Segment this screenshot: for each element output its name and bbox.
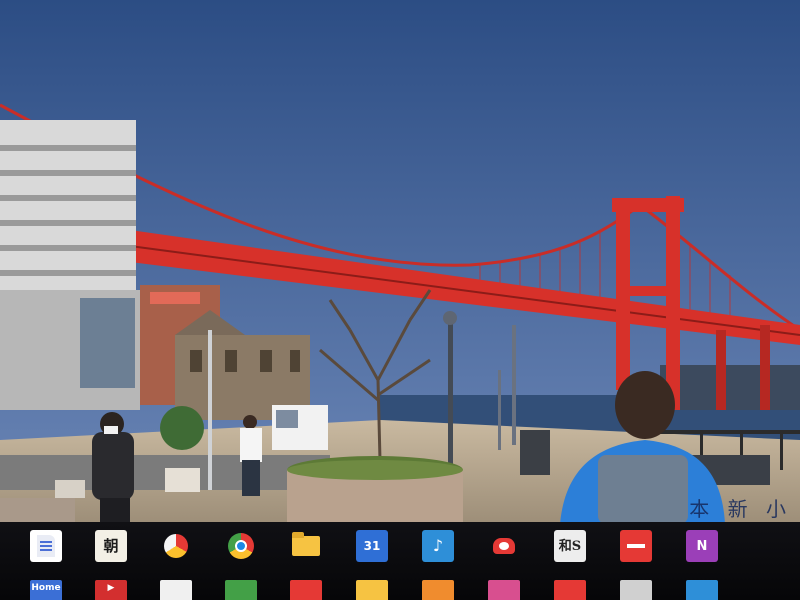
youtube-icon[interactable]: ▶ <box>95 580 127 600</box>
app-row-1: 朝 31 ♪ 和S N <box>0 530 800 570</box>
photo-camera-icon[interactable] <box>160 530 192 562</box>
app-icon-7[interactable] <box>422 580 454 600</box>
app-row-2: Home ▶ <box>0 580 800 600</box>
app-icon-11[interactable] <box>686 580 718 600</box>
app-launcher-tray: 朝 31 ♪ 和S N Home ▶ <box>0 522 800 600</box>
google-docs-icon[interactable] <box>30 530 62 562</box>
app-icon-8[interactable] <box>488 580 520 600</box>
calendar-icon[interactable]: 31 <box>356 530 388 562</box>
wallpaper-scene <box>0 0 800 524</box>
app-icon-10[interactable] <box>620 580 652 600</box>
chrome-icon[interactable] <box>225 530 257 562</box>
app-icon-5[interactable] <box>290 580 322 600</box>
app-icon-6[interactable] <box>356 580 388 600</box>
dictionary-icon[interactable]: 和S <box>554 530 586 562</box>
app-icon-9[interactable] <box>554 580 586 600</box>
ribbon-app-icon[interactable] <box>488 530 520 562</box>
cast-icon[interactable]: ♪ <box>422 530 454 562</box>
app-icon-4[interactable] <box>225 580 257 600</box>
home-app-icon[interactable]: Home <box>30 580 62 600</box>
desktop-screen: 本 新 小 朝 31 ♪ 和S N Home ▶ <box>0 0 800 600</box>
minus-app-icon[interactable] <box>620 530 652 562</box>
file-folder-icon[interactable] <box>290 530 322 562</box>
asahi-news-icon[interactable]: 朝 <box>95 530 127 562</box>
desktop-wallpaper: 本 新 小 <box>0 0 800 524</box>
app-icon-3[interactable] <box>160 580 192 600</box>
onenote-icon[interactable]: N <box>686 530 718 562</box>
wallpaper-caption: 本 新 小 <box>689 497 792 521</box>
